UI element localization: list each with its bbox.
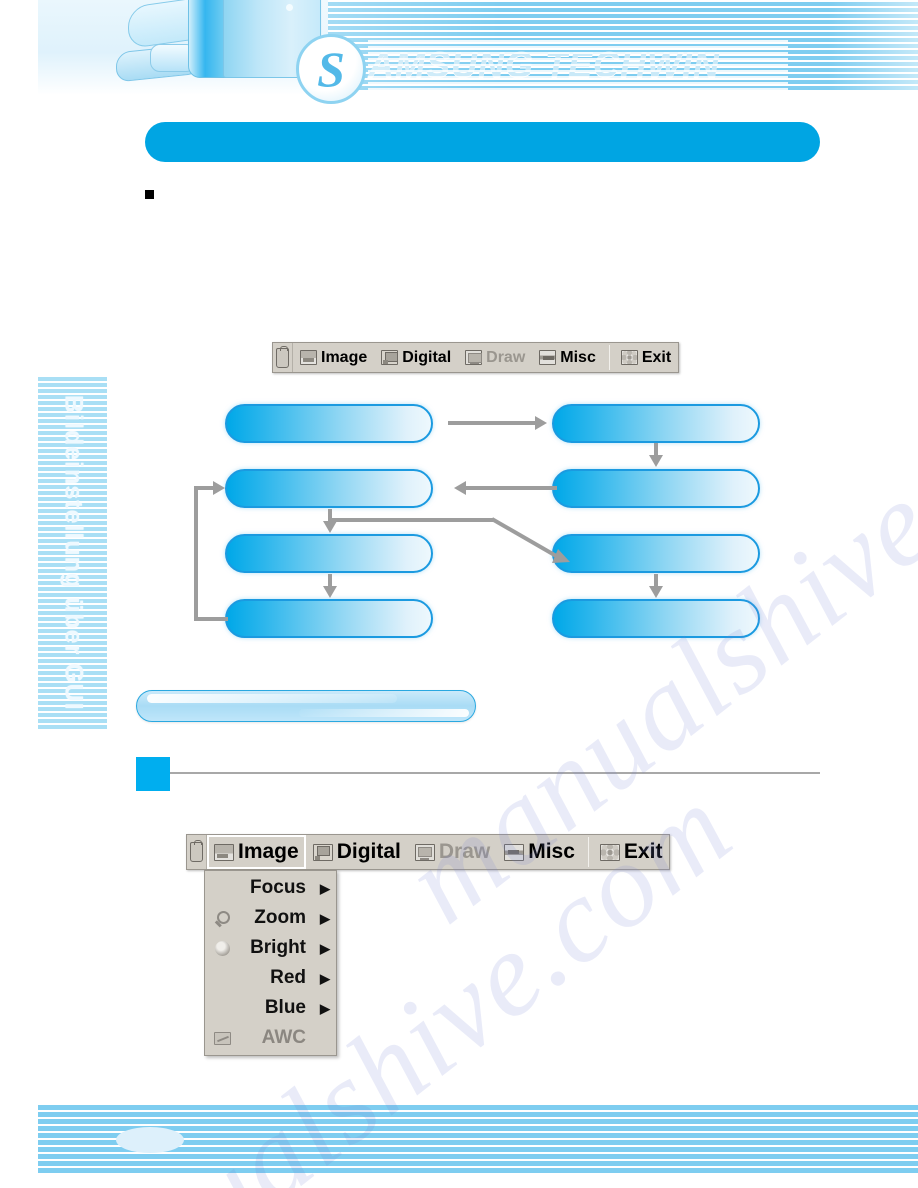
menu-item-exit-label: Exit <box>623 840 663 863</box>
menu-item-draw-label: Draw <box>486 348 526 366</box>
image-dropdown-menu[interactable]: Focus ▶ Zoom ▶ Bright ▶ Red ▶ Blue ▶ AWC <box>204 870 337 1056</box>
workflow-diagram <box>180 390 780 650</box>
menu-option-focus[interactable]: Focus ▶ <box>205 873 336 903</box>
camera-highlight-dot <box>286 4 293 11</box>
sidebar-chapter-label-wrap: Bildeinstellung über GUI <box>38 375 108 730</box>
section-divider-rule <box>170 772 820 774</box>
move-grip-icon[interactable] <box>273 343 293 372</box>
brand-logo-letter: S <box>317 41 345 97</box>
menu-option-blue[interactable]: Blue ▶ <box>205 993 336 1023</box>
menu-option-zoom[interactable]: Zoom ▶ <box>205 903 336 933</box>
menu-item-image[interactable]: Image <box>293 343 374 372</box>
menu-item-digital-label: Digital <box>336 840 401 863</box>
menu-item-misc[interactable]: Misc <box>532 343 603 372</box>
misc-icon <box>504 843 525 861</box>
draw-icon <box>414 843 435 861</box>
chevron-right-icon: ▶ <box>320 1000 330 1016</box>
menu-item-exit[interactable]: Exit <box>614 343 678 372</box>
flow-box-r4 <box>552 599 760 638</box>
menu-option-awc[interactable]: AWC <box>205 1023 336 1053</box>
menubar-separator <box>587 837 589 867</box>
connector-l4-l2-riser <box>194 486 198 621</box>
flow-box-l4 <box>225 599 433 638</box>
gui-menubar-bottom[interactable]: Image Digital Draw Misc Exit <box>186 834 671 870</box>
header-stripe-fade <box>322 0 918 92</box>
gui-menubar-top[interactable]: Image Digital Draw Misc Exit <box>272 342 680 373</box>
exit-icon <box>620 350 638 365</box>
connector-r2-l2-arrowhead <box>454 481 466 495</box>
menu-item-image[interactable]: Image <box>207 835 306 869</box>
menu-item-digital[interactable]: Digital <box>306 835 408 869</box>
digital-icon <box>312 843 333 861</box>
chevron-right-icon: ▶ <box>320 970 330 986</box>
menu-item-image-label: Image <box>238 840 299 863</box>
menu-item-misc-label: Misc <box>560 348 596 366</box>
menu-item-draw[interactable]: Draw <box>458 343 532 372</box>
menu-item-digital-label: Digital <box>402 348 452 366</box>
page-title-bar <box>145 122 820 162</box>
digital-icon <box>381 350 399 365</box>
menu-option-zoom-label: Zoom <box>254 907 306 928</box>
sidebar-chapter-label: Bildeinstellung über GUI <box>59 394 88 711</box>
flow-box-l3 <box>225 534 433 573</box>
footer-page-number <box>116 1127 184 1153</box>
chevron-right-icon: ▶ <box>320 910 330 926</box>
exit-icon <box>599 843 620 861</box>
menu-option-awc-label: AWC <box>261 1027 306 1048</box>
menu-item-digital[interactable]: Digital <box>374 343 458 372</box>
misc-icon <box>539 350 557 365</box>
menu-item-draw[interactable]: Draw <box>408 835 497 869</box>
draw-icon <box>465 350 483 365</box>
section-marker-square <box>136 757 170 791</box>
menu-item-image-label: Image <box>321 348 368 366</box>
bullet-paragraph <box>145 186 805 206</box>
move-grip-icon[interactable] <box>187 835 207 869</box>
image-icon <box>214 843 234 861</box>
brightness-icon <box>211 940 233 956</box>
connector-l2-l3-arrowhead <box>323 521 337 533</box>
image-icon <box>300 350 317 365</box>
flow-box-r2 <box>552 469 760 508</box>
awc-icon <box>211 1031 233 1045</box>
menu-option-bright-label: Bright <box>250 937 306 958</box>
menu-option-bright[interactable]: Bright ▶ <box>205 933 336 963</box>
header-camera-illustration <box>38 0 328 95</box>
connector-l1-r1-arrowhead <box>535 416 547 430</box>
chevron-right-icon: ▶ <box>320 880 330 896</box>
connector-l3-l4-arrowhead <box>323 586 337 598</box>
menubar-separator <box>608 345 610 370</box>
magnifier-icon <box>211 910 233 926</box>
note-pill-label <box>156 690 456 722</box>
flow-box-r1 <box>552 404 760 443</box>
menu-option-focus-label: Focus <box>250 877 306 898</box>
menu-item-exit-label: Exit <box>641 348 672 366</box>
connector-r2-l2 <box>465 486 557 490</box>
menu-option-blue-label: Blue <box>264 997 306 1018</box>
flow-box-l1 <box>225 404 433 443</box>
connector-l2-r3-horizontal <box>330 518 493 522</box>
connector-l2-r3-diagonal <box>491 517 570 563</box>
menu-item-draw-label: Draw <box>438 840 491 863</box>
chevron-right-icon: ▶ <box>320 940 330 956</box>
connector-l4-l2-arrowhead <box>213 481 225 495</box>
menu-item-exit[interactable]: Exit <box>593 835 670 869</box>
connector-r3-r4-arrowhead <box>649 586 663 598</box>
connector-r1-r2-arrowhead <box>649 455 663 467</box>
page-header: AMSUNG TECHWIN S <box>0 0 918 108</box>
menu-item-misc-label: Misc <box>528 840 575 863</box>
connector-l4-l2-bottom <box>194 617 228 621</box>
connector-l1-r1 <box>448 421 538 425</box>
menu-option-red[interactable]: Red ▶ <box>205 963 336 993</box>
bullet-square-marker <box>145 190 154 199</box>
flow-box-l2 <box>225 469 433 508</box>
menu-option-red-label: Red <box>270 967 306 988</box>
menu-item-misc[interactable]: Misc <box>497 835 582 869</box>
